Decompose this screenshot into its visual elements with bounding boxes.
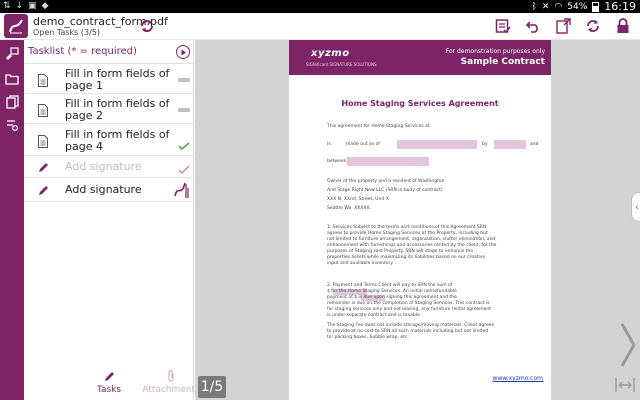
tasklist-header: Tasklist (* = required) [24, 40, 194, 64]
usb-icon: ⇅ [3, 1, 11, 11]
open-tasks-count: Open Tasks (3/5) [33, 28, 101, 37]
task-item[interactable]: Add signature [24, 178, 194, 202]
party-field[interactable] [347, 157, 429, 166]
demo-notice: For demonstration purposes only [445, 48, 545, 55]
made-out-text: made out as of [346, 142, 380, 147]
between-text: between [327, 159, 347, 164]
made-and-text: and [530, 142, 539, 147]
tasklist-heading: Tasklist (* = required) [28, 46, 137, 57]
checklist-icon[interactable] [494, 17, 512, 35]
tab-tasks[interactable]: Tasks [74, 368, 144, 400]
task-label: Fill in form fields of page 1 [65, 67, 170, 92]
status-bar: ⇅ ↓ ▣ ◆ ᛒ ✕ ◠ 54% 16:19 [0, 0, 640, 13]
task-label: Add signature [65, 160, 142, 173]
task-item[interactable]: Fill in form fields of page 4 [24, 124, 194, 156]
document-viewer[interactable]: xyzmo SIGNificant SIGNATURE SOLUTIONS Fo… [195, 40, 640, 400]
pages-icon[interactable] [4, 94, 20, 110]
settings-icon[interactable] [4, 117, 20, 133]
document-icon [36, 133, 50, 149]
signature-tools-icon[interactable] [4, 46, 20, 62]
page-indicator: 1/5 [198, 376, 226, 398]
notification-icons: ⇅ ↓ ▣ ◆ [3, 1, 49, 11]
chevron-left-icon: ‹ [635, 201, 639, 213]
document-page[interactable]: xyzmo SIGNificant SIGNATURE SOLUTIONS Fo… [289, 40, 551, 400]
owner-line: XXX N. XXnd, Street, Unit X [327, 197, 389, 202]
left-rail [0, 40, 24, 400]
app-root: ⇅ ↓ ▣ ◆ ᛒ ✕ ◠ 54% 16:19 demo_contract_fo… [0, 0, 640, 400]
xyzmo-logo: xyzmo [311, 48, 350, 59]
document-icon [36, 72, 50, 88]
lock-icon[interactable] [614, 17, 632, 35]
play-icon[interactable] [176, 45, 190, 59]
owner-name-field[interactable] [494, 140, 526, 149]
sample-contract-label: Sample Contract [460, 57, 545, 67]
pen-icon [36, 182, 50, 198]
owner-line: Owner of the property and a resident of … [327, 179, 445, 184]
fit-width-icon[interactable] [614, 376, 636, 394]
made-by-text: by [482, 142, 488, 147]
battery-icon [592, 1, 600, 12]
paperclip-icon [165, 369, 177, 383]
bluetooth-icon: ᛒ [531, 1, 537, 12]
task-item[interactable]: Add signature [24, 156, 194, 178]
xyzmo-link[interactable]: www.xyzmo.com [493, 375, 543, 382]
pen-icon [103, 369, 115, 383]
owner-line: And Stage Right Now LLC (SRN in body of … [327, 188, 443, 193]
pending-status-icon [178, 78, 190, 82]
next-page-chevron-icon[interactable] [618, 320, 638, 370]
task-item[interactable]: Fill in form fields of page 2 [24, 94, 194, 124]
tasklist-panel: Tasklist (* = required) Fill in form fie… [24, 40, 200, 400]
signature-action-icon[interactable] [173, 180, 191, 200]
owner-line: Seattle Wa. XXXXX. [327, 206, 371, 211]
page-header-banner: xyzmo SIGNificant SIGNATURE SOLUTIONS Fo… [289, 40, 551, 75]
intro-text: This agreement for Home Staging Services… [327, 124, 430, 129]
export-document-icon[interactable] [554, 17, 572, 35]
wifi-icon: ◠ [554, 1, 563, 12]
pending-status-icon [178, 108, 190, 112]
pen-icon [36, 159, 50, 175]
mute-icon: ✕ [541, 1, 550, 12]
document-title-heading: Home Staging Services Agreement [341, 99, 499, 108]
action-bar: demo_contract_form.pdf Open Tasks (3/5) [0, 13, 640, 40]
task-label: Add signature [65, 183, 142, 196]
sync-icon[interactable] [584, 17, 602, 35]
made-is-text: Is [327, 142, 331, 147]
services-line: input and available inventory. [327, 261, 394, 266]
undo-icon[interactable] [524, 17, 542, 35]
check-icon [178, 135, 190, 151]
check-icon [178, 160, 190, 175]
system-icons: ᛒ ✕ ◠ 54% 16:19 [531, 0, 636, 13]
app-logo-icon[interactable] [4, 14, 28, 38]
side-panel-handle[interactable]: ‹ [631, 192, 640, 222]
task-label: Fill in form fields of page 4 [65, 128, 170, 153]
tab-label: Tasks [96, 385, 122, 395]
refresh-icon[interactable] [138, 17, 156, 35]
android-icon: ◆ [41, 1, 49, 11]
toolbar-actions [494, 17, 632, 35]
task-item[interactable]: Fill in form fields of page 1 [24, 64, 194, 94]
task-label: Fill in form fields of page 2 [65, 97, 170, 122]
battery-percent: 54% [567, 1, 588, 12]
download-icon: ↓ [15, 1, 24, 11]
panel-tabs: Tasks Attachments [24, 368, 200, 400]
date-field[interactable] [397, 140, 477, 149]
document-icon [36, 102, 50, 118]
logo-tagline: SIGNificant SIGNATURE SOLUTIONS [306, 62, 377, 67]
image-icon: ▣ [28, 1, 37, 11]
payment-line: is under separate contract and is taxabl… [327, 313, 422, 318]
folder-icon[interactable] [4, 71, 20, 87]
fee-line: to: packing boxes, bubble wrap, etc. [327, 335, 409, 340]
clock: 16:19 [604, 0, 636, 13]
